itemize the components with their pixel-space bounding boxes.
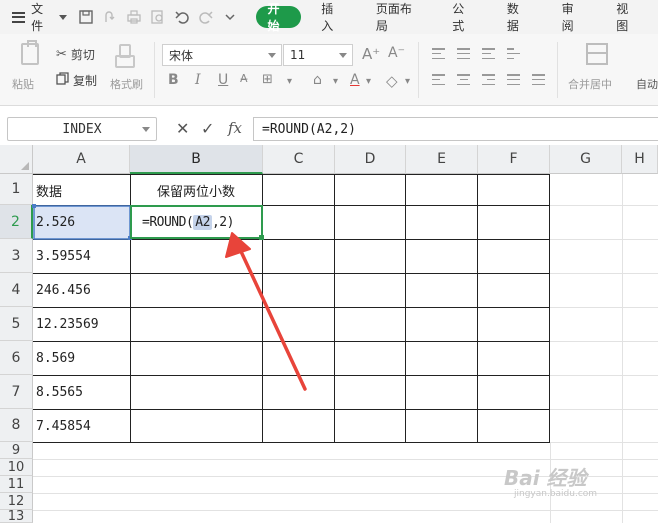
export-icon[interactable]: [103, 10, 118, 25]
formula-bar: INDEX ✕ ✓ fx =ROUND(A2,2): [0, 113, 658, 145]
divider: [557, 42, 558, 98]
font-color-icon[interactable]: A: [350, 72, 360, 88]
align-right-icon[interactable]: [482, 74, 495, 85]
divider: [418, 42, 419, 98]
chevron-down-icon[interactable]: ▾: [333, 76, 338, 87]
font-size-select[interactable]: 11: [283, 44, 353, 66]
menu-bar: 文件 开始 插入 页面布局 公式 数据 审阅 视图: [0, 0, 658, 34]
italic-icon[interactable]: I: [195, 72, 201, 88]
align-top-icon[interactable]: [432, 48, 445, 59]
borders-icon[interactable]: ⊞: [262, 72, 273, 87]
chevron-down-icon: [339, 53, 347, 58]
format-painter-button[interactable]: 格式刷: [106, 34, 150, 106]
bold-icon[interactable]: B: [168, 72, 179, 88]
font-name-select[interactable]: 宋体: [162, 44, 282, 66]
copy-button[interactable]: 复制: [56, 72, 97, 89]
more-icon[interactable]: [223, 10, 238, 25]
divider: [154, 42, 155, 98]
indent-icon[interactable]: [507, 48, 520, 59]
insert-function-button[interactable]: fx: [228, 119, 242, 137]
paste-label: 粘贴: [12, 76, 34, 92]
chevron-down-icon[interactable]: ▾: [287, 76, 292, 87]
tab-home[interactable]: 开始: [256, 6, 302, 28]
font-size-value: 11: [290, 48, 305, 62]
font-name-value: 宋体: [169, 47, 193, 64]
redo-icon[interactable]: [199, 10, 214, 25]
cancel-icon[interactable]: ✕: [176, 119, 189, 138]
tab-data[interactable]: 数据: [494, 6, 542, 28]
undo-icon[interactable]: [175, 10, 190, 25]
justify-icon[interactable]: [507, 74, 520, 85]
hamburger-icon: [12, 12, 25, 23]
name-box-value: INDEX: [62, 122, 101, 137]
copy-label: 复制: [73, 72, 97, 89]
quick-access-toolbar: [79, 10, 238, 25]
fill-color-icon[interactable]: ⌂: [313, 72, 322, 88]
merge-center-button[interactable]: 合并居中: [566, 34, 626, 106]
underline-icon[interactable]: U: [218, 72, 228, 88]
save-icon[interactable]: [79, 10, 94, 25]
align-left-icon[interactable]: [432, 74, 445, 85]
chevron-down-icon[interactable]: ▾: [405, 76, 410, 87]
ribbon-tabs: 开始 插入 页面布局 公式 数据 审阅 视图: [256, 6, 658, 28]
watermark-logo: Bai 经验: [504, 466, 587, 490]
clear-format-icon[interactable]: ◇: [386, 72, 398, 90]
copy-icon: [56, 72, 69, 89]
align-bottom-icon[interactable]: [482, 48, 495, 59]
merge-center-label: 合并居中: [568, 76, 612, 92]
watermark: Bai 经验 jingyan.baidu.com: [504, 462, 597, 499]
align-center-icon[interactable]: [457, 74, 470, 85]
chevron-down-icon: [268, 53, 276, 58]
file-menu-label: 文件: [31, 0, 53, 34]
cut-button[interactable]: ✂ 剪切: [56, 46, 95, 63]
chevron-down-icon[interactable]: ▾: [366, 76, 371, 87]
file-menu-button[interactable]: 文件: [12, 5, 67, 29]
auto-label: 自动: [636, 76, 658, 92]
increase-font-icon[interactable]: A⁺: [362, 45, 380, 63]
paste-icon: [21, 43, 39, 65]
tab-review[interactable]: 审阅: [549, 6, 597, 28]
format-painter-label: 格式刷: [110, 76, 143, 92]
paste-button[interactable]: 粘贴: [6, 34, 46, 106]
chevron-down-icon: [59, 15, 67, 20]
tab-view[interactable]: 视图: [603, 6, 651, 28]
distribute-icon[interactable]: [532, 74, 545, 85]
strikethrough-icon[interactable]: A̶: [240, 72, 248, 85]
formula-input[interactable]: =ROUND(A2,2): [253, 117, 658, 141]
auto-wrap-button[interactable]: 自动: [636, 34, 658, 106]
decrease-font-icon[interactable]: A⁻: [388, 45, 405, 61]
confirm-icon[interactable]: ✓: [201, 119, 214, 138]
scissors-icon: ✂: [56, 47, 67, 62]
tab-insert[interactable]: 插入: [308, 6, 356, 28]
tab-formulas[interactable]: 公式: [439, 6, 487, 28]
cut-label: 剪切: [71, 46, 95, 63]
format-painter-icon: [115, 44, 131, 66]
tab-page-layout[interactable]: 页面布局: [363, 6, 432, 28]
chevron-down-icon: [142, 127, 150, 132]
print-icon[interactable]: [127, 10, 142, 25]
align-middle-icon[interactable]: [457, 48, 470, 59]
name-box[interactable]: INDEX: [7, 117, 157, 141]
ribbon-toolbar: 粘贴 ✂ 剪切 复制 格式刷 宋体 11 A⁺ A⁻ B I U A̶ ⊞ ▾ …: [0, 34, 658, 106]
watermark-url: jingyan.baidu.com: [514, 489, 597, 499]
merge-cells-icon: [586, 43, 608, 65]
print-preview-icon[interactable]: [151, 10, 166, 25]
